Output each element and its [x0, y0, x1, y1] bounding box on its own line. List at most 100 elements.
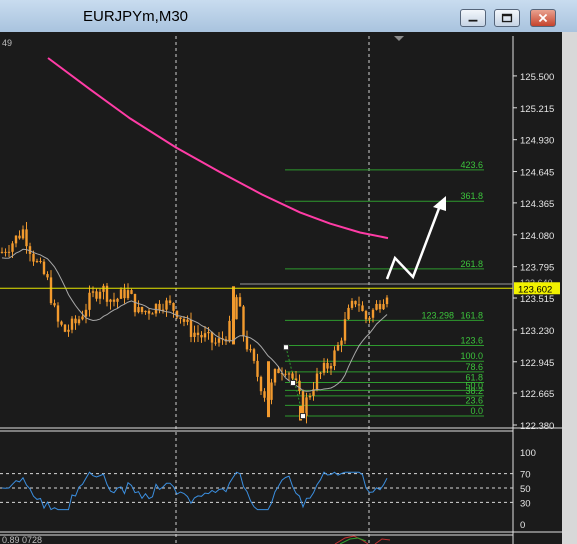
candle-body: [137, 306, 140, 313]
candle-body: [301, 391, 305, 416]
fib-level-label: 361.8: [460, 191, 483, 201]
candle-body: [158, 303, 161, 311]
candle-body: [74, 318, 77, 324]
candle-body: [361, 305, 364, 312]
candle-body: [32, 253, 35, 262]
price-axis-label: 125.215: [520, 104, 554, 115]
candle-body: [329, 365, 333, 369]
candle-body: [340, 340, 343, 345]
candle-body: [63, 324, 67, 332]
candle-body: [214, 342, 217, 344]
candle-body: [147, 310, 151, 314]
bottom-axis-area: [515, 536, 559, 544]
candle-body: [354, 300, 357, 305]
candle-body: [179, 317, 182, 319]
fib-level-value: 123.298: [421, 310, 454, 320]
candle-body: [123, 289, 126, 299]
price-chart[interactable]: 423.6 361.8 261.8 161.8 123.298 123.6 100.078.…: [0, 32, 562, 544]
fib-level-label: 423.6: [460, 160, 483, 170]
candle-body: [207, 332, 210, 334]
fib-anchor-marker[interactable]: [290, 380, 296, 386]
candle-body: [130, 290, 133, 294]
candle-body: [217, 338, 221, 343]
candle-body: [203, 333, 207, 338]
candle-body: [277, 369, 280, 374]
candle-body: [333, 350, 336, 366]
candle-body: [112, 299, 116, 302]
fib-level-label: 123.6: [460, 336, 483, 346]
candle-body: [242, 306, 245, 337]
candle-body: [291, 373, 294, 379]
fib-anchor-marker[interactable]: [283, 344, 289, 351]
candle-body: [0, 251, 4, 253]
price-axis-label: 123.230: [520, 326, 554, 337]
window-title: EURJPYm,M30: [83, 8, 189, 25]
indicator-value-label: 49: [2, 38, 12, 48]
candle-body: [119, 289, 123, 299]
candle-body: [109, 299, 112, 302]
bottom-indicator-label: 0.89 0728: [2, 535, 42, 544]
candle-body: [98, 291, 102, 299]
candle-body: [238, 297, 242, 307]
candle-body: [378, 303, 382, 310]
candle-body: [116, 298, 119, 302]
chart-window: EURJPYm,M30 423.6 361.8 261.8 161.8 123.298 1…: [0, 0, 577, 544]
candle-body: [95, 291, 98, 299]
candle-body: [168, 300, 172, 303]
candle-body: [235, 297, 238, 320]
candle-body: [371, 309, 375, 318]
candle-body: [267, 361, 270, 418]
candle-body: [189, 319, 193, 337]
candle-body: [200, 335, 203, 338]
candle-body: [382, 304, 385, 310]
close-button[interactable]: [530, 9, 556, 27]
candle-body: [42, 261, 46, 275]
price-axis-label: 123.515: [520, 294, 554, 305]
candle-body: [315, 373, 319, 390]
fib-level-label: 0.0: [470, 406, 483, 416]
window-edge-scrollbar[interactable]: [562, 32, 577, 544]
candle-body: [364, 311, 368, 320]
candle-body: [182, 318, 186, 322]
candle-body: [256, 360, 259, 377]
candle-body: [357, 304, 361, 306]
candle-body: [14, 235, 18, 244]
candle-body: [375, 303, 378, 310]
candle-body: [126, 290, 130, 299]
minimize-button[interactable]: [460, 9, 486, 27]
candle-body: [196, 332, 200, 336]
candle-body: [319, 372, 322, 374]
candle-body: [70, 318, 74, 330]
candle-body: [252, 349, 256, 361]
candle-body: [60, 321, 63, 325]
title-bar[interactable]: EURJPYm,M30: [0, 0, 577, 33]
close-icon: [538, 13, 548, 23]
candle-body: [140, 306, 144, 313]
candle-body: [368, 317, 371, 320]
fib-anchor-marker[interactable]: [300, 413, 306, 420]
minimize-icon: [468, 19, 478, 22]
candle-body: [308, 395, 312, 398]
candle-body: [102, 285, 105, 292]
candle-body: [4, 251, 7, 253]
price-axis-label: 124.365: [520, 199, 554, 210]
rsi-axis-label: 0: [520, 520, 525, 531]
candle-body: [259, 376, 263, 392]
candle-body: [165, 300, 168, 310]
candle-body: [186, 319, 189, 322]
price-axis-label: 124.930: [520, 136, 554, 147]
fib-level-label: 23.6: [465, 395, 483, 405]
candle-body: [56, 305, 60, 322]
candle-body: [39, 260, 42, 262]
rsi-axis-label: 50: [520, 484, 531, 495]
price-axis-label: 123.795: [520, 263, 554, 274]
candle-body: [263, 391, 266, 398]
candle-body: [67, 329, 70, 332]
candle-body: [175, 310, 179, 318]
candle-body: [81, 316, 84, 320]
candle-body: [193, 332, 196, 337]
fib-level-label: 78.6: [465, 362, 483, 372]
price-axis-label: 122.380: [520, 421, 554, 432]
maximize-button[interactable]: [494, 9, 520, 27]
candle-body: [322, 362, 326, 373]
